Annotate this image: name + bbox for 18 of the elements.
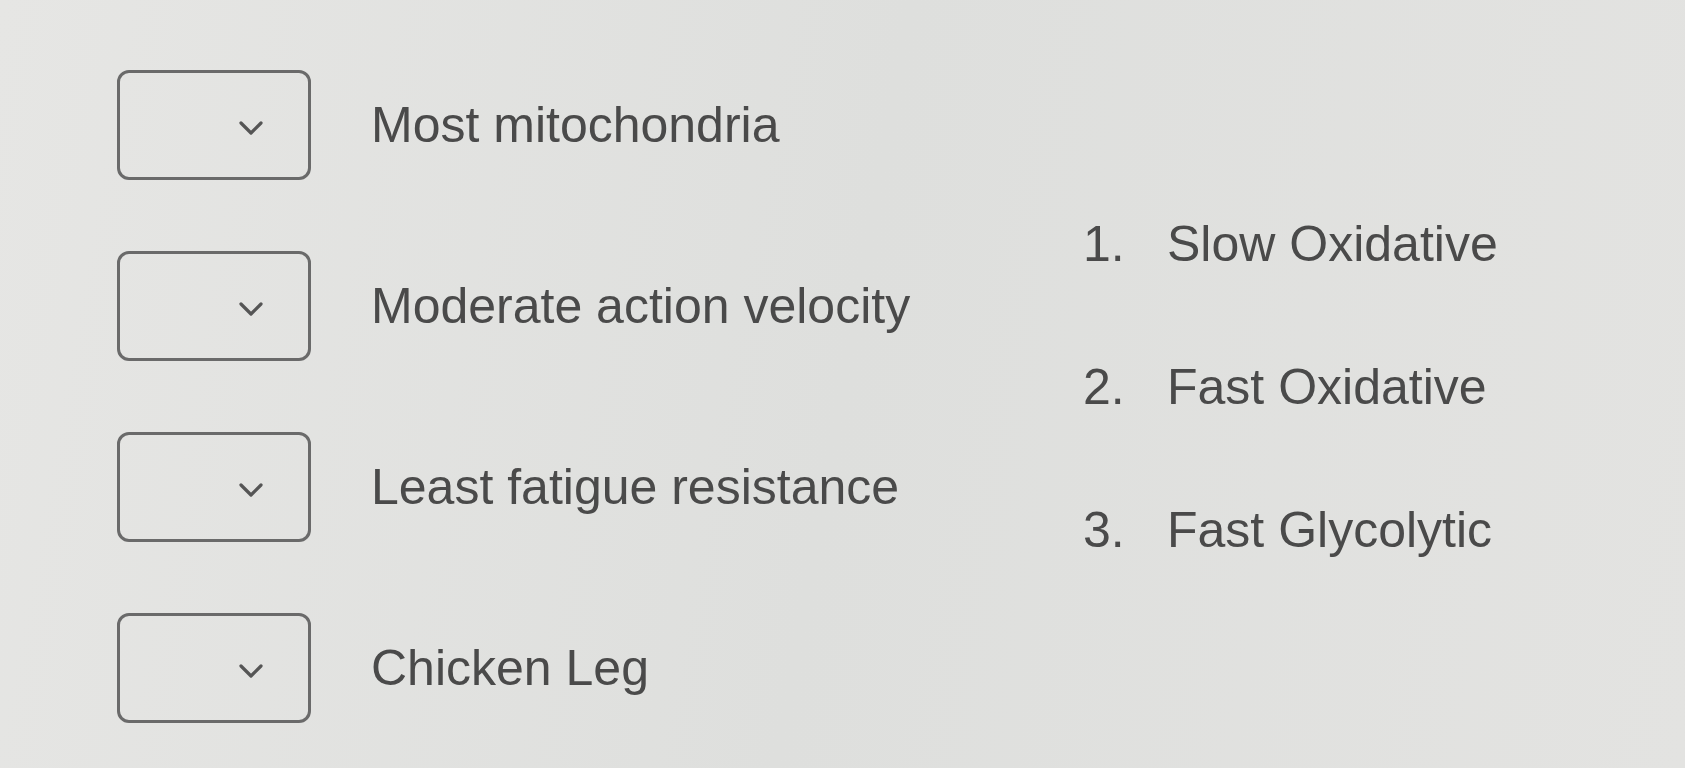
chevron-down-icon <box>239 302 263 316</box>
answer-dropdown[interactable] <box>117 70 311 180</box>
match-prompt: Chicken Leg <box>371 639 649 698</box>
list-number: 2. <box>1083 358 1126 417</box>
chevron-down-icon <box>239 664 263 678</box>
option-text: Slow Oxidative <box>1167 215 1498 274</box>
answer-dropdown[interactable] <box>117 251 311 361</box>
answer-dropdown[interactable] <box>117 432 311 542</box>
option-text: Fast Oxidative <box>1167 358 1487 417</box>
list-number: 1. <box>1083 215 1126 274</box>
list-number: 3. <box>1083 501 1126 560</box>
match-prompt: Moderate action velocity <box>371 277 911 336</box>
chevron-down-icon <box>239 121 263 135</box>
match-prompt: Least fatigue resistance <box>371 458 900 517</box>
answer-dropdown[interactable] <box>117 613 311 723</box>
chevron-down-icon <box>239 483 263 497</box>
match-prompt: Most mitochondria <box>371 96 780 155</box>
option-text: Fast Glycolytic <box>1167 501 1493 560</box>
